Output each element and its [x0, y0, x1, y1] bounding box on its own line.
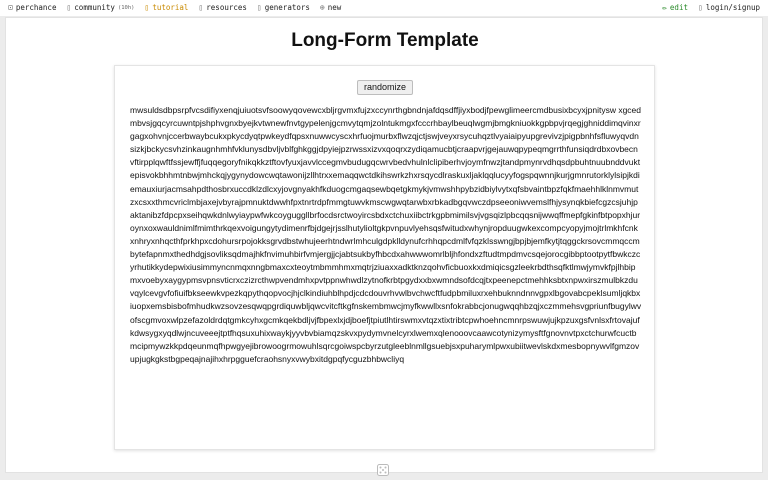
resources-icon: ▯ — [198, 3, 204, 12]
nav-item-label: generators — [264, 3, 310, 12]
top-navigation: ⊡ perchance ▯ community (10h) ▯ tutorial ▯ resou… — [0, 0, 768, 16]
nav-left-group: ⊡ perchance ▯ community (10h) ▯ tutorial ▯ resou… — [8, 0, 341, 16]
nav-item-badge: (10h) — [117, 5, 135, 11]
dice-icon[interactable] — [377, 464, 389, 476]
home-icon: ⊡ — [8, 3, 13, 12]
nav-item-label: perchance — [15, 3, 57, 12]
tutorial-icon: ▯ — [144, 3, 150, 12]
community-icon: ▯ — [66, 3, 72, 12]
nav-item-login-signup[interactable]: ▯ login/signup — [698, 0, 760, 16]
nav-item-tutorial[interactable]: ▯ tutorial — [145, 0, 189, 16]
randomize-button[interactable]: randomize — [357, 80, 413, 95]
output-card: randomize mwsuldsdbpsrpfvcsdifiyxenqjuiu… — [114, 65, 655, 450]
login-icon: ▯ — [697, 3, 703, 12]
nav-item-new[interactable]: ⊕ new — [320, 0, 341, 16]
page-title: Long-Form Template — [291, 30, 479, 51]
nav-item-label: new — [327, 3, 342, 12]
new-icon: ⊕ — [319, 3, 325, 12]
nav-item-label: tutorial — [152, 3, 189, 12]
nav-right-group: ✏ edit ▯ login/signup — [662, 0, 760, 16]
nav-item-edit[interactable]: ✏ edit — [662, 0, 688, 16]
page-container: Long-Form Template randomize mwsuldsdbps… — [5, 17, 763, 473]
nav-item-resources[interactable]: ▯ resources — [198, 0, 246, 16]
nav-item-label: community — [74, 3, 115, 12]
generators-icon: ▯ — [256, 3, 262, 12]
nav-item-generators[interactable]: ▯ generators — [257, 0, 310, 16]
nav-item-label: edit — [669, 3, 688, 12]
nav-item-label: login/signup — [705, 3, 760, 12]
edit-icon: ✏ — [662, 3, 667, 12]
nav-item-community[interactable]: ▯ community (10h) — [66, 0, 134, 16]
nav-item-perchance[interactable]: ⊡ perchance — [8, 0, 56, 16]
generated-text: mwsuldsdbpsrpfvcsdifiyxenqjuiuotsvfsoowy… — [130, 105, 642, 364]
nav-item-label: resources — [206, 3, 247, 12]
